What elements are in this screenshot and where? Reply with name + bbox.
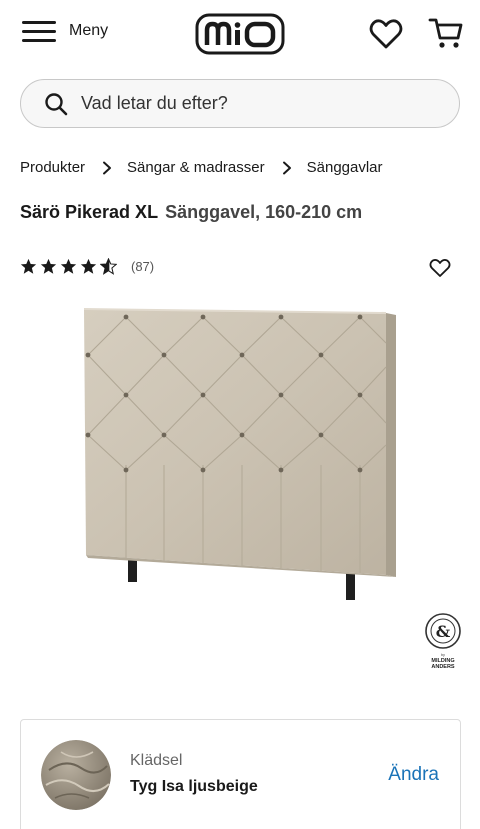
star-icon	[40, 258, 57, 274]
star-icon	[80, 258, 97, 274]
cart-icon[interactable]	[428, 16, 464, 50]
search-input[interactable]	[81, 93, 421, 114]
option-value: Tyg Isa ljusbeige	[130, 778, 258, 795]
search-icon[interactable]	[44, 92, 68, 116]
chevron-right-icon	[103, 161, 112, 174]
svg-text:ANDERS: ANDERS	[431, 664, 455, 670]
chevron-right-icon	[282, 161, 291, 174]
breadcrumb-item-produkter[interactable]: Produkter	[20, 159, 85, 176]
product-image-headboard[interactable]	[78, 305, 408, 605]
breadcrumb-item-sangar-madrasser[interactable]: Sängar & madrasser	[127, 159, 265, 176]
upholstery-option-card[interactable]: Klädsel Tyg Isa ljusbeige Ändra	[20, 719, 461, 829]
menu-button[interactable]: Meny	[22, 18, 108, 44]
half-star-icon	[100, 258, 117, 275]
menu-label: Meny	[69, 22, 109, 39]
svg-text:by: by	[441, 653, 445, 657]
product-subtitle: Sänggavel, 160-210 cm	[165, 202, 363, 222]
site-header: Meny	[0, 0, 480, 68]
product-name: Särö Pikerad XL	[20, 202, 159, 222]
add-to-wishlist-heart-icon[interactable]	[429, 258, 451, 278]
heart-icon[interactable]	[369, 18, 403, 50]
breadcrumb-item-sanggavlar[interactable]: Sänggavlar	[307, 159, 383, 176]
change-option-button[interactable]: Ändra	[388, 764, 439, 786]
review-count[interactable]: (87)	[131, 259, 154, 274]
fabric-swatch	[41, 740, 111, 810]
star-icon	[20, 258, 37, 274]
product-title: Särö Pikerad XL Sänggavel, 160-210 cm	[20, 202, 362, 223]
breadcrumb: Produkter Sängar & madrasser Sänggavlar	[20, 159, 383, 176]
mio-logo[interactable]	[195, 13, 285, 55]
product-rating[interactable]: (87)	[20, 258, 154, 275]
option-label: Klädsel	[130, 752, 183, 769]
hamburger-icon	[22, 18, 56, 44]
milding-anders-seal-logo: & by MILDING ANDERS	[425, 613, 461, 670]
star-icon	[60, 258, 77, 274]
search-bar[interactable]	[20, 79, 460, 128]
svg-text:&: &	[436, 622, 451, 641]
